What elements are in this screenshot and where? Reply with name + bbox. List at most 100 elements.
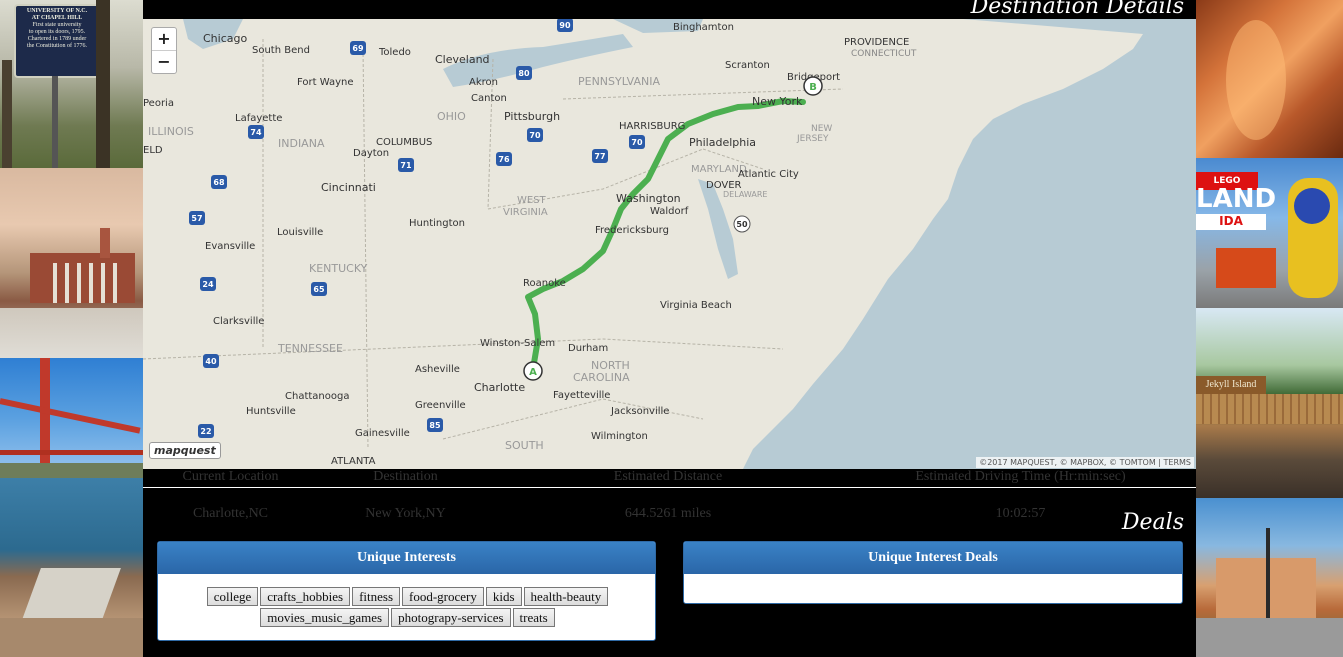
shield-icon: 57 xyxy=(189,211,205,225)
map-canvas[interactable]: Chicago South Bend Toledo Cleveland Bing… xyxy=(143,19,1196,469)
hoover-dam-photo xyxy=(0,478,143,657)
place-label: Cincinnati xyxy=(321,181,376,194)
shield-icon: 69 xyxy=(350,41,366,55)
current-location-value: Charlotte,NC xyxy=(192,506,269,521)
place-label: JERSEY xyxy=(796,134,829,144)
legoland-sign-text: LAND xyxy=(1196,184,1277,214)
trip-details-table: Current Location Destination Estimated D… xyxy=(143,469,1196,539)
svg-text:24: 24 xyxy=(202,280,214,289)
savannah-street-photo xyxy=(1196,498,1343,657)
place-label: Waldorf xyxy=(650,206,689,217)
place-label: HARRISBURG xyxy=(619,121,685,132)
interest-chip-movies-music-games[interactable]: movies_music_games xyxy=(260,608,390,627)
mapquest-logo[interactable]: mapquest xyxy=(149,442,221,459)
unique-interests-header: Unique Interests xyxy=(158,542,655,574)
interest-chip-photograpy-services[interactable]: photograpy-services xyxy=(391,608,511,627)
marker-b-pin[interactable]: B xyxy=(803,76,823,96)
place-label: Peoria xyxy=(143,98,174,109)
marker-a-pin[interactable]: A xyxy=(523,361,543,381)
jekyll-island-photo: Jekyll Island xyxy=(1196,308,1343,498)
place-label: Fort Wayne xyxy=(297,77,354,88)
svg-text:71: 71 xyxy=(400,161,412,170)
place-label: South Bend xyxy=(252,45,310,56)
header-current-location: Current Location xyxy=(182,469,279,484)
route-map[interactable]: Chicago South Bend Toledo Cleveland Bing… xyxy=(143,19,1196,469)
place-label: Chicago xyxy=(203,32,247,45)
golden-gate-bridge-photo xyxy=(0,358,143,478)
interest-chip-food-grocery[interactable]: food-grocery xyxy=(402,587,484,606)
interest-chip-fitness[interactable]: fitness xyxy=(352,587,401,606)
place-label: PROVIDENCE xyxy=(844,37,909,48)
zoom-control: + − xyxy=(151,27,177,74)
place-label: Durham xyxy=(568,343,608,354)
shield-icon: 24 xyxy=(200,277,216,291)
svg-text:65: 65 xyxy=(313,285,325,294)
header-driving-time: Estimated Driving Time (Hr:min:sec) xyxy=(915,469,1126,484)
place-label: Dayton xyxy=(353,148,389,159)
unique-interest-deals-panel: Unique Interest Deals xyxy=(683,541,1183,604)
place-label: Jacksonville xyxy=(610,406,669,417)
place-label: Asheville xyxy=(415,364,460,375)
place-label: New York xyxy=(752,95,803,108)
unique-interest-deals-header: Unique Interest Deals xyxy=(684,542,1182,574)
place-label: Pittsburgh xyxy=(504,110,560,123)
interest-chip-college[interactable]: college xyxy=(206,587,259,606)
table-divider xyxy=(143,487,1196,488)
svg-text:50: 50 xyxy=(736,220,748,229)
place-label: PENNSYLVANIA xyxy=(578,75,660,88)
svg-text:76: 76 xyxy=(498,155,510,164)
svg-text:40: 40 xyxy=(205,357,217,366)
svg-text:B: B xyxy=(809,82,817,93)
shield-icon: 50 xyxy=(733,215,751,233)
svg-text:85: 85 xyxy=(429,421,441,430)
place-label: Virginia Beach xyxy=(660,300,732,311)
zoom-out-button[interactable]: − xyxy=(152,51,176,73)
place-label: Scranton xyxy=(725,60,770,71)
old-well-campus-photo xyxy=(0,168,143,358)
place-label: Chattanooga xyxy=(285,391,349,402)
place-label: Wilmington xyxy=(591,431,648,442)
place-label: Fayetteville xyxy=(553,390,610,401)
legoland-sub-text: IDA xyxy=(1196,214,1266,230)
svg-text:68: 68 xyxy=(213,178,225,187)
unique-interests-panel: Unique Interests college crafts_hobbies … xyxy=(157,541,656,641)
svg-text:90: 90 xyxy=(559,21,571,30)
interest-chip-kids[interactable]: kids xyxy=(485,587,522,606)
place-label: Huntington xyxy=(409,218,465,229)
shield-icon: 70 xyxy=(527,128,543,142)
interest-chip-health-beauty[interactable]: health-beauty xyxy=(523,587,609,606)
svg-text:57: 57 xyxy=(191,214,202,223)
interest-chip-crafts-hobbies[interactable]: crafts_hobbies xyxy=(260,587,351,606)
place-label: Evansville xyxy=(205,241,255,252)
place-label: Gainesville xyxy=(355,428,410,439)
historic-marker-sign: UNIVERSITY OF N.C. AT CHAPEL HILL First … xyxy=(14,4,100,78)
svg-text:77: 77 xyxy=(594,152,605,161)
map-attribution[interactable]: ©2017 MAPQUEST, © MAPBOX, © TOMTOM | TER… xyxy=(976,457,1194,468)
header-estimated-distance: Estimated Distance xyxy=(613,469,723,484)
place-label: Fredericksburg xyxy=(595,225,669,236)
driving-time-value: 10:02:57 xyxy=(995,506,1046,521)
place-label: Huntsville xyxy=(246,406,296,417)
shield-icon: 85 xyxy=(427,418,443,432)
shield-icon: 70 xyxy=(143,19,149,21)
place-label: CONNECTICUT xyxy=(851,49,917,59)
place-label: OHIO xyxy=(437,110,466,123)
shield-icon: 70 xyxy=(629,135,645,149)
place-label: Roanoke xyxy=(523,278,566,289)
place-label: CAROLINA xyxy=(573,371,630,384)
place-label: Philadelphia xyxy=(689,136,756,149)
zoom-in-button[interactable]: + xyxy=(152,28,176,51)
shield-icon: 90 xyxy=(557,19,573,32)
place-label: ILLINOIS xyxy=(148,125,194,138)
shield-icon: 74 xyxy=(248,125,264,139)
svg-text:70: 70 xyxy=(529,131,541,140)
place-label: Winston-Salem xyxy=(480,338,555,349)
shield-icon: 65 xyxy=(311,282,327,296)
place-label: ELD xyxy=(143,145,163,156)
svg-text:22: 22 xyxy=(200,427,211,436)
place-label: Cleveland xyxy=(435,53,490,66)
main-content: Destination Details Chicago South Bend T… xyxy=(143,0,1196,657)
shield-icon: 71 xyxy=(398,158,414,172)
interest-chip-treats[interactable]: treats xyxy=(512,608,555,627)
svg-text:74: 74 xyxy=(250,128,262,137)
